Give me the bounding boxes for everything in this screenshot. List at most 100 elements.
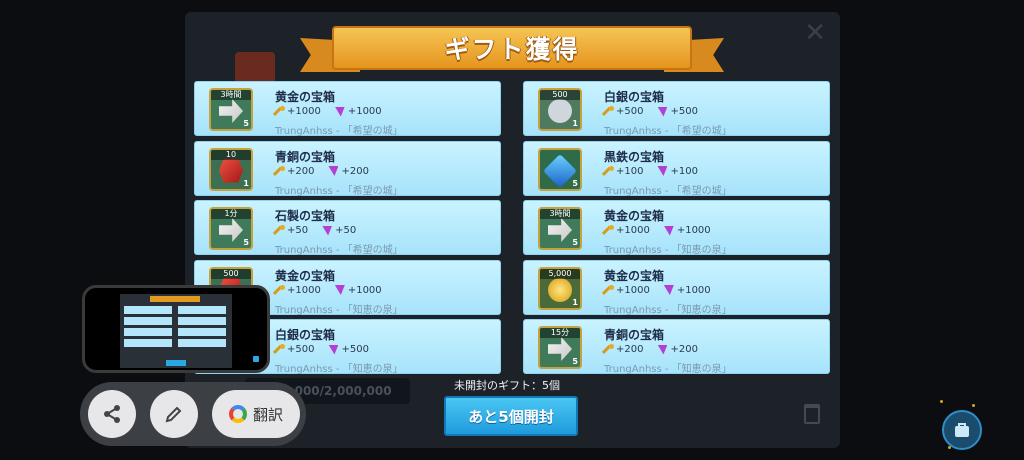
key-amount: +1000 bbox=[287, 284, 321, 296]
gem-amount: +200 bbox=[341, 165, 369, 177]
sparkle bbox=[948, 446, 951, 449]
chest-name: 黄金の宝箱 bbox=[275, 268, 336, 283]
translate-button[interactable]: 翻訳 bbox=[212, 390, 300, 438]
key-icon bbox=[604, 284, 614, 295]
gift-card: 3時間 5 黄金の宝箱 +1000 +1000 TrungAnhss - 「希望… bbox=[194, 81, 501, 137]
open-remaining-button[interactable]: あと5個開封 bbox=[444, 396, 578, 436]
gem-reward: +200 bbox=[657, 344, 698, 355]
key-reward: +500 bbox=[604, 106, 643, 117]
key-icon bbox=[604, 106, 614, 116]
key-reward: +200 bbox=[275, 165, 315, 177]
chest-name: 黒鉄の宝箱 bbox=[604, 149, 665, 164]
gem-reward: +1000 bbox=[663, 284, 711, 296]
chest-name: 青銅の宝箱 bbox=[604, 328, 665, 342]
edit-button[interactable] bbox=[150, 390, 198, 438]
reward-row: +500 +500 bbox=[275, 344, 369, 355]
preview-card bbox=[124, 328, 172, 336]
reward-row: +100 +100 bbox=[604, 165, 698, 177]
screenshot-preview[interactable] bbox=[82, 285, 270, 373]
chest-thumbnail: 10 1 bbox=[209, 147, 253, 191]
gift-card: 5,000 1 黄金の宝箱 +1000 +1000 TrungAnhss - 「… bbox=[523, 259, 830, 316]
sender-label: TrungAnhss - 「知恵の泉」 bbox=[604, 245, 732, 256]
ribbon-body: ギフト獲得 bbox=[332, 26, 692, 70]
sparkle bbox=[940, 400, 943, 403]
white-arrow-icon bbox=[548, 218, 572, 242]
close-icon[interactable]: ✕ bbox=[804, 18, 826, 48]
reward-row: +1000 +1000 bbox=[275, 284, 382, 296]
item-quantity: 15分 bbox=[540, 328, 580, 338]
gem-amount: +1000 bbox=[676, 225, 711, 236]
red-crystal-icon bbox=[219, 158, 243, 183]
key-amount: +500 bbox=[616, 106, 644, 117]
chest-name: 黄金の宝箱 bbox=[275, 90, 336, 104]
gem-amount: +500 bbox=[670, 106, 698, 117]
key-amount: +1000 bbox=[616, 284, 650, 296]
reward-row: +1000 +1000 bbox=[604, 284, 711, 296]
unopened-count: 未開封のギフト：5個 bbox=[454, 379, 560, 392]
preview-card bbox=[178, 328, 226, 336]
item-quantity: 5,000 bbox=[540, 268, 580, 279]
key-icon bbox=[604, 165, 614, 176]
item-quantity: 1分 bbox=[211, 209, 251, 219]
chest-thumbnail: 15分 5 bbox=[538, 326, 582, 369]
preview-thumbnail bbox=[120, 294, 232, 368]
key-amount: +1000 bbox=[287, 106, 321, 117]
key-reward: +500 bbox=[275, 344, 314, 355]
sender-label: TrungAnhss - 「希望の城」 bbox=[275, 126, 403, 137]
chest-name: 黄金の宝箱 bbox=[604, 268, 665, 283]
item-quantity: 500 bbox=[540, 90, 580, 100]
white-arrow-icon bbox=[219, 218, 243, 242]
sender-label: TrungAnhss - 「知恵の泉」 bbox=[604, 304, 732, 316]
chest-thumbnail: 3時間 5 bbox=[209, 88, 253, 131]
chest-name: 白銀の宝箱 bbox=[275, 328, 336, 342]
preview-card bbox=[178, 339, 226, 347]
sender-label: TrungAnhss - 「知恵の泉」 bbox=[604, 364, 732, 375]
gift-card: 10 1 青銅の宝箱 +200 +200 TrungAnhss - 「希望の城」 bbox=[194, 140, 501, 197]
gem-amount: +1000 bbox=[676, 284, 711, 296]
key-reward: +1000 bbox=[275, 106, 321, 117]
gem-reward: +100 bbox=[657, 165, 698, 177]
reward-row: +1000 +1000 bbox=[275, 106, 382, 117]
item-level: 1 bbox=[572, 119, 578, 128]
key-amount: +100 bbox=[616, 165, 644, 177]
chest-name: 黄金の宝箱 bbox=[604, 209, 665, 223]
translate-label: 翻訳 bbox=[252, 405, 283, 424]
trash-icon[interactable] bbox=[804, 404, 820, 424]
chest-name: 白銀の宝箱 bbox=[604, 90, 665, 104]
gem-icon bbox=[663, 225, 674, 236]
key-icon bbox=[275, 165, 285, 176]
item-quantity: 3時間 bbox=[211, 90, 251, 100]
gift-card: 1分 5 石製の宝箱 +50 +50 TrungAnhss - 「希望の城」 bbox=[194, 200, 501, 256]
reward-row: +200 +200 bbox=[604, 344, 698, 355]
key-amount: +200 bbox=[287, 165, 315, 177]
gem-amount: +100 bbox=[670, 165, 698, 177]
preview-dot bbox=[253, 356, 259, 362]
key-reward: +1000 bbox=[604, 284, 650, 296]
bag-icon bbox=[955, 423, 969, 437]
key-icon bbox=[275, 344, 285, 354]
reward-row: +500 +500 bbox=[604, 106, 698, 117]
sender-label: TrungAnhss - 「希望の城」 bbox=[275, 245, 403, 256]
gift-card: 3時間 5 黄金の宝箱 +1000 +1000 TrungAnhss - 「知恵… bbox=[523, 200, 830, 256]
share-button[interactable] bbox=[88, 390, 136, 438]
gem-icon bbox=[657, 344, 668, 355]
gift-card: 15分 5 青銅の宝箱 +200 +200 TrungAnhss - 「知恵の泉… bbox=[523, 319, 830, 375]
chest-thumbnail: 5 bbox=[538, 147, 582, 191]
gem-reward: +500 bbox=[657, 106, 698, 117]
key-icon bbox=[604, 225, 614, 235]
title-ribbon: ギフト獲得 bbox=[300, 24, 724, 74]
gem-icon bbox=[657, 106, 668, 117]
gem-icon bbox=[334, 106, 345, 117]
key-icon bbox=[275, 106, 285, 116]
reward-row: +1000 +1000 bbox=[604, 225, 711, 236]
bag-button[interactable] bbox=[942, 410, 982, 450]
preview-card bbox=[124, 317, 172, 325]
item-level: 5 bbox=[572, 178, 578, 188]
preview-card bbox=[178, 306, 226, 314]
chest-name: 青銅の宝箱 bbox=[275, 149, 336, 164]
screenshot-action-bar: 翻訳 bbox=[80, 382, 306, 446]
key-reward: +1000 bbox=[604, 225, 650, 236]
gem-reward: +50 bbox=[322, 225, 356, 236]
gem-reward: +500 bbox=[328, 344, 369, 355]
silver-shield-icon bbox=[548, 99, 572, 123]
